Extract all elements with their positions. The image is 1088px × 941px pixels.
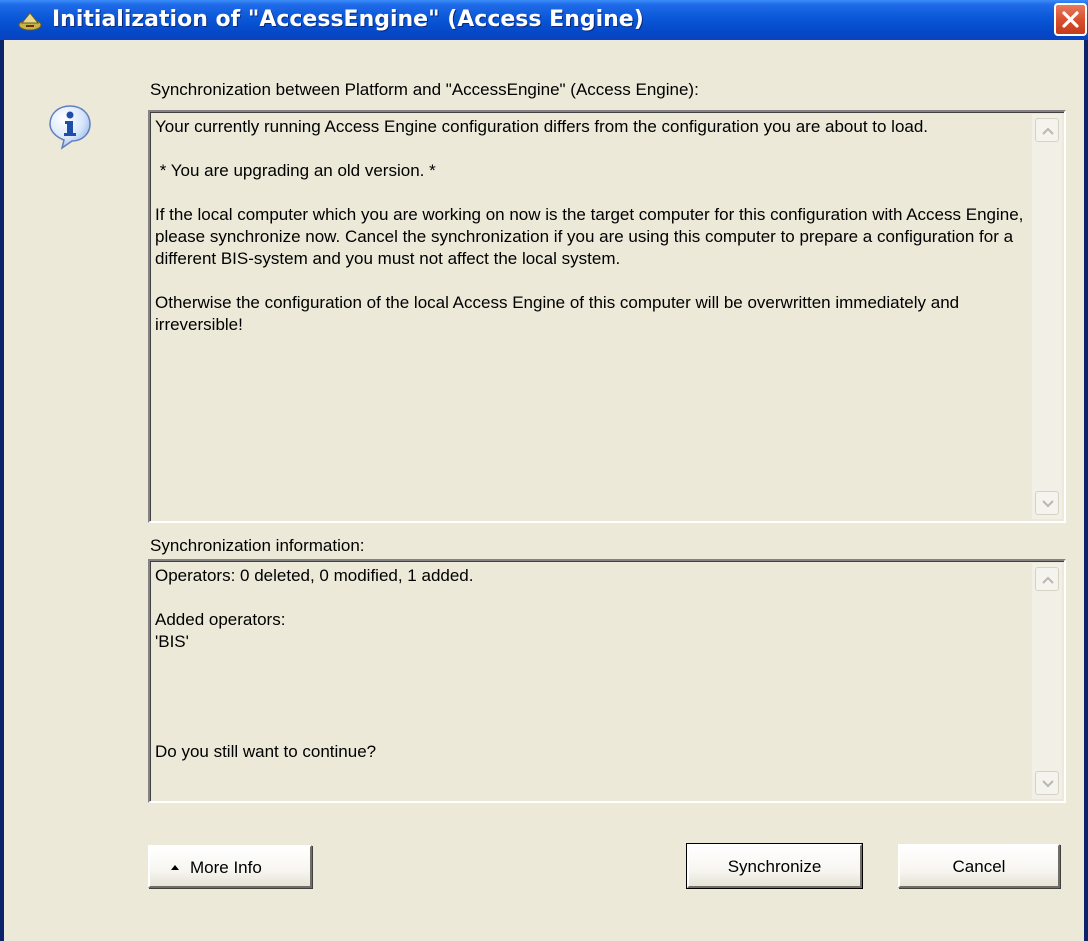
sync-info-label: Synchronization information:: [150, 536, 365, 555]
scroll-up-button[interactable]: [1035, 118, 1059, 142]
triangle-up-icon: [171, 865, 179, 870]
info-icon: [49, 105, 91, 150]
synchronize-label: Synchronize: [727, 857, 822, 876]
message-paragraph: If the local computer which you are work…: [155, 205, 1024, 268]
sync-info-content: Operators: 0 deleted, 0 modified, 1 adde…: [155, 565, 1026, 797]
info-line: Operators: 0 deleted, 0 modified, 1 adde…: [155, 566, 474, 585]
cancel-label: Cancel: [952, 857, 1006, 876]
more-info-label: More Info: [190, 858, 262, 877]
dialog-body: Synchronization between Platform and "Ac…: [4, 40, 1084, 941]
chevron-down-icon: [1042, 500, 1054, 508]
cancel-button[interactable]: Cancel: [898, 844, 1060, 888]
sync-message-box[interactable]: Your currently running Access Engine con…: [148, 110, 1066, 523]
synchronize-button[interactable]: Synchronize: [686, 843, 863, 889]
scroll-down-button[interactable]: [1035, 771, 1059, 795]
title-bar[interactable]: Initialization of "AccessEngine" (Access…: [0, 0, 1088, 40]
close-button[interactable]: [1054, 3, 1087, 36]
message-paragraph: Your currently running Access Engine con…: [155, 117, 929, 136]
chevron-up-icon: [1042, 127, 1054, 135]
message-paragraph: * You are upgrading an old version. *: [155, 161, 436, 180]
info-line: Do you still want to continue?: [155, 742, 377, 761]
close-icon: [1062, 11, 1079, 28]
app-icon: [17, 9, 43, 33]
scroll-up-button[interactable]: [1035, 567, 1059, 591]
message-paragraph: Otherwise the configuration of the local…: [155, 293, 964, 334]
scroll-down-button[interactable]: [1035, 491, 1059, 515]
info-line: Added operators:: [155, 610, 286, 629]
info-line: 'BIS': [155, 632, 189, 651]
sync-message-content: Your currently running Access Engine con…: [155, 116, 1026, 517]
dialog-window: Initialization of "AccessEngine" (Access…: [0, 0, 1088, 941]
sync-info-box[interactable]: Operators: 0 deleted, 0 modified, 1 adde…: [148, 559, 1066, 803]
message-scrollbar[interactable]: [1032, 114, 1062, 519]
more-info-button[interactable]: More Info: [148, 845, 312, 888]
info-scrollbar[interactable]: [1032, 563, 1062, 799]
chevron-up-icon: [1042, 576, 1054, 584]
chevron-down-icon: [1042, 780, 1054, 788]
window-title: Initialization of "AccessEngine" (Access…: [52, 7, 644, 32]
sync-between-label: Synchronization between Platform and "Ac…: [150, 80, 699, 99]
